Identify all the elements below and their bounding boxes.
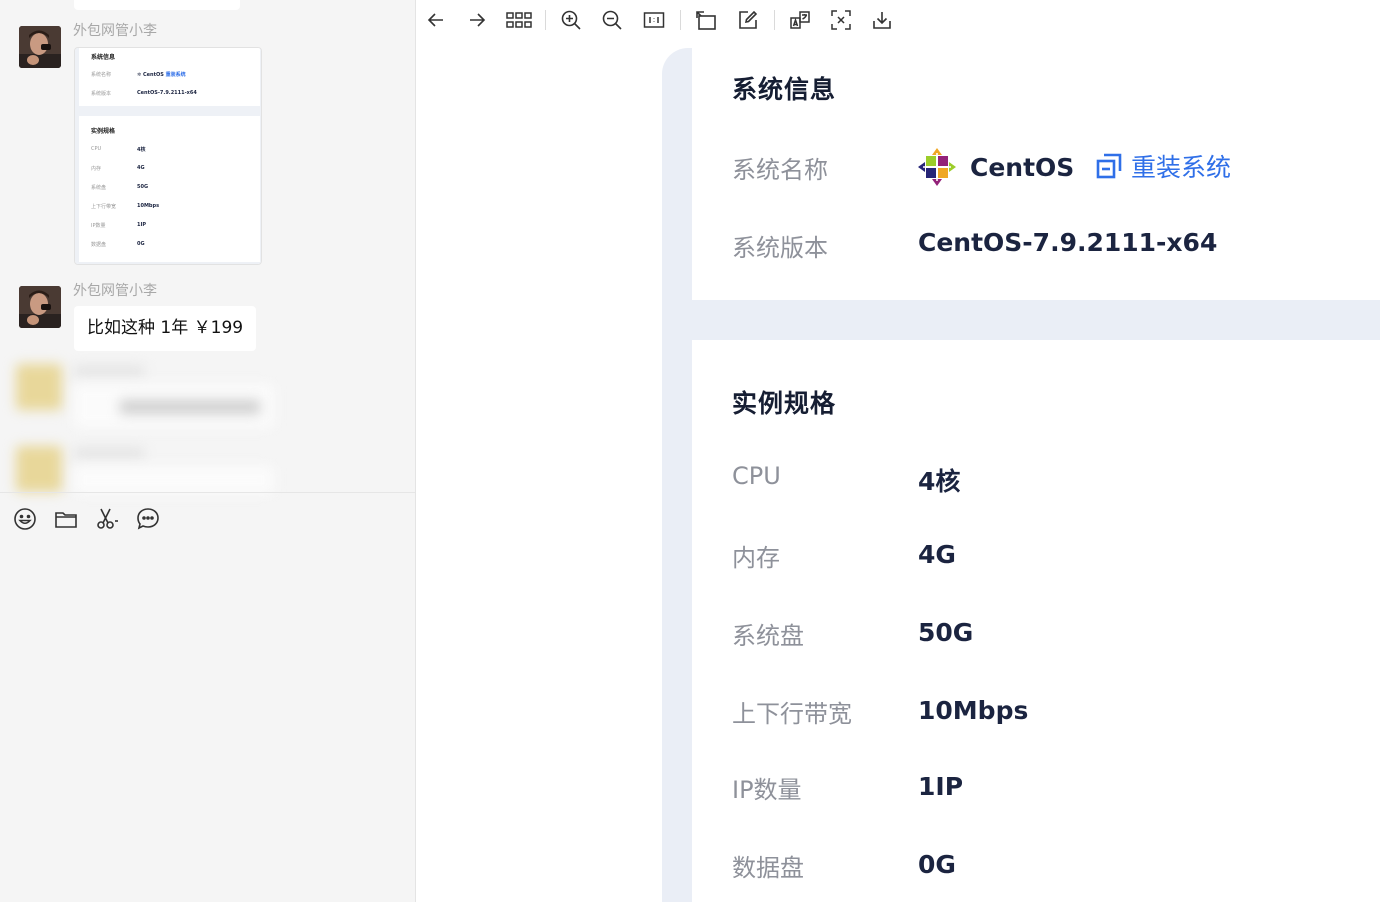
mini-system-info: 系统信息 系统名称 ✲ CentOS 重装系统 系统版本 CentOS-7.9.…	[79, 48, 260, 106]
mini-row: CPU 4核	[91, 146, 146, 153]
spec-label-cpu: CPU	[732, 462, 781, 490]
app-window: 外包网管小李 系统信息 系统名称 ✲ CentOS 重装系统 系统版本 Cent…	[0, 0, 1380, 902]
mini-row: 上下行带宽 10Mbps	[91, 203, 160, 210]
actual-size-icon[interactable]	[641, 7, 667, 33]
image-viewer: 系统信息 系统名称 CentOS 重装系统 系统版本 CentOS-7.9.21…	[417, 0, 1380, 902]
mini-row: 内存 4G	[91, 165, 145, 172]
mini-section-title: 系统信息	[91, 54, 116, 61]
message-blurred	[74, 466, 274, 494]
mini-row: IP数量 1IP	[91, 222, 147, 229]
avatar-blurred	[16, 364, 62, 410]
system-name-value: CentOS	[918, 148, 1074, 186]
previous-message-bubble[interactable]	[74, 0, 240, 10]
edit-icon[interactable]	[735, 7, 761, 33]
spec-value-memory: 4G	[918, 540, 956, 569]
emoji-icon[interactable]	[12, 506, 38, 532]
centos-logo-icon: ✲	[137, 72, 142, 78]
toolbar-divider	[545, 10, 546, 30]
back-arrow-icon[interactable]	[423, 7, 449, 33]
document-image: 系统信息 系统名称 CentOS 重装系统 系统版本 CentOS-7.9.21…	[662, 48, 1380, 902]
avatar[interactable]	[19, 286, 61, 328]
sender-blurred	[74, 366, 144, 376]
toolbar-divider	[774, 10, 775, 30]
sender-name: 外包网管小李	[73, 283, 157, 299]
avatar[interactable]	[19, 26, 61, 68]
folder-icon[interactable]	[53, 506, 79, 532]
image-message-thumbnail[interactable]: 系统信息 系统名称 ✲ CentOS 重装系统 系统版本 CentOS-7.9.…	[74, 47, 262, 265]
reinstall-system-link[interactable]: 重装系统	[1095, 148, 1231, 184]
grid-icon[interactable]	[506, 7, 532, 33]
viewer-toolbar	[417, 0, 1380, 40]
mini-row: 系统盘 50G	[91, 184, 149, 191]
spec-label-system-disk: 系统盘	[732, 622, 804, 650]
section-title: 系统信息	[732, 75, 837, 104]
chat-pane: 外包网管小李 系统信息 系统名称 ✲ CentOS 重装系统 系统版本 Cent…	[0, 0, 416, 902]
spec-value-data-disk: 0G	[918, 850, 956, 879]
spec-label-data-disk: 数据盘	[732, 854, 804, 882]
spec-label-ip-count: IP数量	[732, 776, 802, 804]
mini-row: 数据盘 0G	[91, 241, 145, 248]
spec-label-bandwidth: 上下行带宽	[732, 700, 852, 728]
download-icon[interactable]	[869, 7, 895, 33]
mini-instance-spec: 实例规格 CPU 4核 内存 4G 系统盘 50G 上下行带宽 10Mbps IP数量 1…	[79, 116, 260, 262]
zoom-out-icon[interactable]	[599, 7, 625, 33]
instance-spec-card: 实例规格 CPU 4核 内存 4G 系统盘 50G 上下行带宽 10Mbps I…	[692, 340, 1380, 902]
message-bubble[interactable]: 比如这种 1年 ￥199	[74, 306, 257, 351]
sender-name: 外包网管小李	[73, 23, 157, 39]
rotate-icon[interactable]	[693, 7, 719, 33]
sender-blurred	[74, 448, 144, 458]
mini-row-system-name: 系统名称 ✲ CentOS 重装系统	[91, 72, 186, 78]
spec-value-ip-count: 1IP	[918, 772, 964, 801]
extract-text-icon[interactable]	[828, 7, 854, 33]
system-version-label: 系统版本	[732, 234, 828, 262]
translate-icon[interactable]	[787, 7, 813, 33]
chat-bubble-icon[interactable]	[135, 506, 161, 532]
system-version-value: CentOS-7.9.2111-x64	[918, 228, 1218, 257]
spec-value-cpu: 4核	[918, 467, 961, 496]
spec-value-system-disk: 50G	[918, 618, 974, 647]
section-title: 实例规格	[732, 389, 837, 418]
system-name-label: 系统名称	[732, 156, 828, 184]
mini-row-system-version: 系统版本 CentOS-7.9.2111-x64	[91, 90, 197, 97]
toolbar-divider	[680, 10, 681, 30]
chat-input-toolbar	[0, 492, 415, 544]
system-info-card: 系统信息 系统名称 CentOS 重装系统 系统版本 CentOS-7.9.21…	[692, 48, 1380, 300]
scissors-icon[interactable]	[94, 506, 120, 532]
centos-logo-icon	[918, 148, 956, 186]
mini-section-title: 实例规格	[91, 128, 116, 135]
reinstall-icon	[1095, 152, 1123, 180]
message-text-blurred	[120, 400, 260, 414]
spec-value-bandwidth: 10Mbps	[918, 696, 1029, 725]
spec-label-memory: 内存	[732, 544, 780, 572]
avatar-blurred	[16, 446, 62, 492]
forward-arrow-icon[interactable]	[464, 7, 490, 33]
zoom-in-icon[interactable]	[558, 7, 584, 33]
